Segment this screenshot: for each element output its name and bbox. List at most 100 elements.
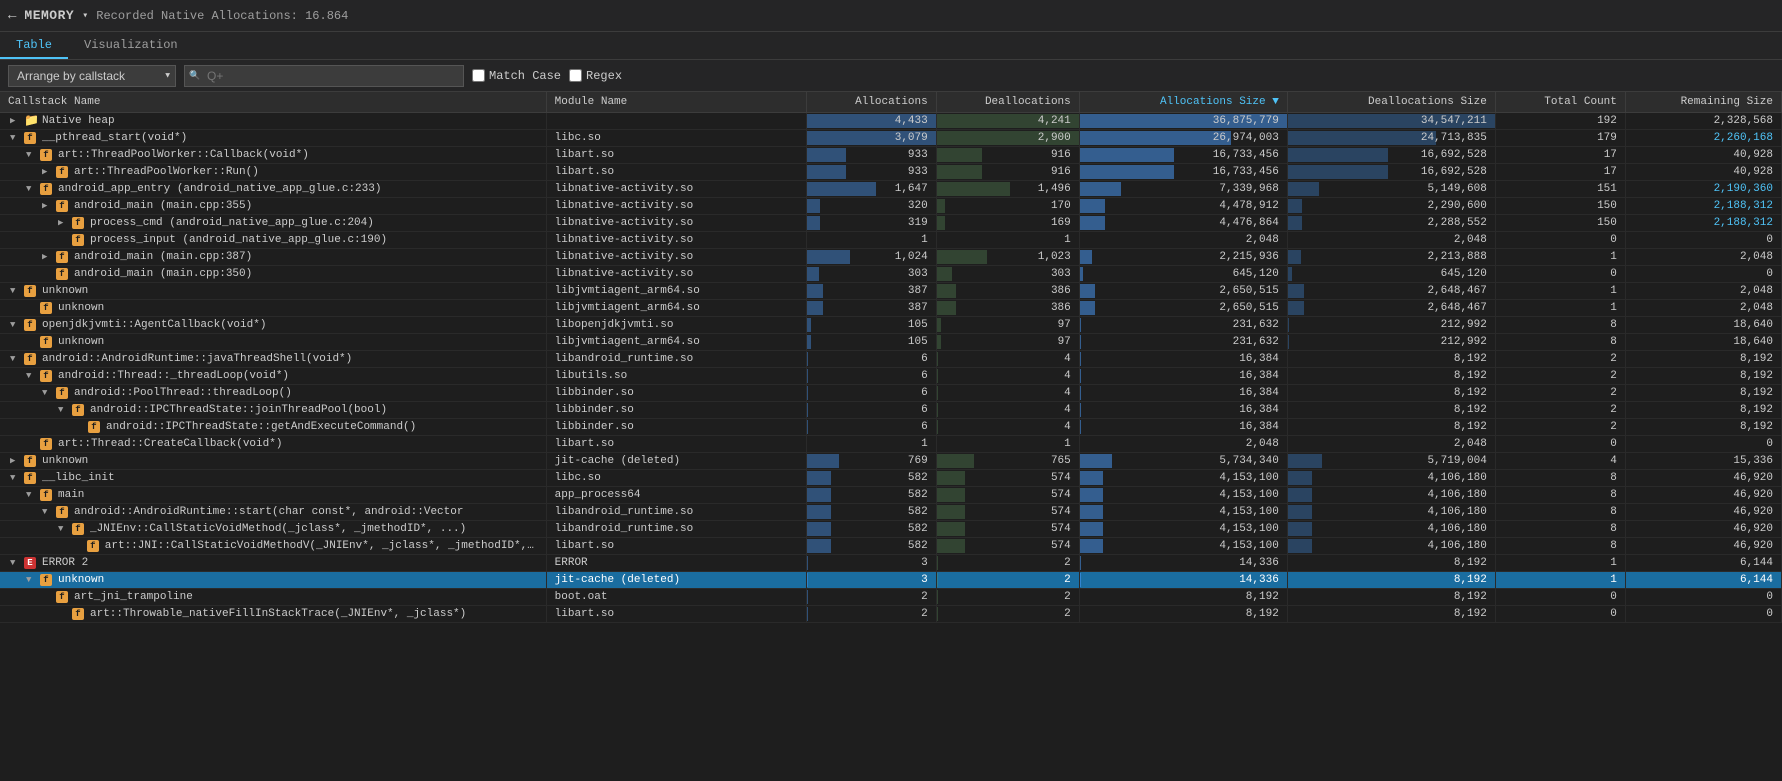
callstack-cell: f android::IPCThreadState::getAndExecute…	[0, 419, 546, 436]
total-count-cell: 1	[1495, 300, 1625, 317]
alloc-size-cell: 4,478,912	[1079, 198, 1287, 215]
alloc-size-cell: 14,336	[1079, 572, 1287, 589]
match-case-label[interactable]: Match Case	[472, 69, 561, 83]
module-cell: libart.so	[546, 147, 806, 164]
callstack-cell: ▼ f _JNIEnv::CallStaticVoidMethod(_jclas…	[0, 521, 546, 538]
dealloc-size-cell: 2,048	[1287, 436, 1495, 453]
table-row[interactable]: ▶ f android_main (main.cpp:355) libnativ…	[0, 198, 1782, 215]
alloc-size-cell: 8,192	[1079, 606, 1287, 623]
col-remaining[interactable]: Remaining Size	[1625, 92, 1781, 113]
callstack-cell: f art_jni_trampoline	[0, 589, 546, 606]
tab-visualization[interactable]: Visualization	[68, 32, 194, 59]
match-case-checkbox[interactable]	[472, 69, 485, 82]
module-cell: libopenjdkjvmti.so	[546, 317, 806, 334]
module-cell: boot.oat	[546, 589, 806, 606]
alloc-cell: 6	[806, 368, 936, 385]
total-count-cell: 1	[1495, 283, 1625, 300]
remaining-size-cell: 0	[1625, 232, 1781, 249]
module-cell	[546, 113, 806, 130]
col-deallocations[interactable]: Deallocations	[936, 92, 1079, 113]
table-row[interactable]: f art::Throwable_nativeFillInStackTrace(…	[0, 606, 1782, 623]
table-row[interactable]: ▶ f android_main (main.cpp:387) libnativ…	[0, 249, 1782, 266]
module-cell: libandroid_runtime.so	[546, 351, 806, 368]
table-row[interactable]: ▼ f unknown jit-cache (deleted)3214,3368…	[0, 572, 1782, 589]
dealloc-cell: 574	[936, 470, 1079, 487]
table-row[interactable]: f process_input (android_native_app_glue…	[0, 232, 1782, 249]
table-row[interactable]: ▶ f unknown jit-cache (deleted)7697655,7…	[0, 453, 1782, 470]
table-row[interactable]: ▶ f art::ThreadPoolWorker::Run() libart.…	[0, 164, 1782, 181]
table-row[interactable]: ▼ f art::ThreadPoolWorker::Callback(void…	[0, 147, 1782, 164]
table-row[interactable]: ▼ f main app_process645825744,153,1004,1…	[0, 487, 1782, 504]
app-dropdown-arrow[interactable]: ▾	[82, 10, 88, 22]
callstack-cell: f art::JNI::CallStaticVoidMethodV(_JNIEn…	[0, 538, 546, 555]
search-input[interactable]	[184, 65, 464, 87]
table-row[interactable]: ▼ f android::Thread::_threadLoop(void*) …	[0, 368, 1782, 385]
table-row[interactable]: f unknown libjvmtiagent_arm64.so3873862,…	[0, 300, 1782, 317]
module-cell: libnative-activity.so	[546, 181, 806, 198]
dealloc-cell: 1,023	[936, 249, 1079, 266]
table-row[interactable]: ▼ f __libc_init libc.so5825744,153,1004,…	[0, 470, 1782, 487]
table-row[interactable]: ▼ E ERROR 2 ERROR3214,3368,19216,144	[0, 555, 1782, 572]
dealloc-cell: 97	[936, 317, 1079, 334]
table-container[interactable]: Callstack Name Module Name Allocations D…	[0, 92, 1782, 781]
table-row[interactable]: ▶ 📁 Native heap 4,4334,24136,875,77934,5…	[0, 113, 1782, 130]
total-count-cell: 2	[1495, 419, 1625, 436]
alloc-cell: 933	[806, 147, 936, 164]
table-row[interactable]: ▼ f _JNIEnv::CallStaticVoidMethod(_jclas…	[0, 521, 1782, 538]
col-module[interactable]: Module Name	[546, 92, 806, 113]
dealloc-cell: 4	[936, 351, 1079, 368]
col-total-count[interactable]: Total Count	[1495, 92, 1625, 113]
dealloc-size-cell: 212,992	[1287, 334, 1495, 351]
table-row[interactable]: ▼ f android_app_entry (android_native_ap…	[0, 181, 1782, 198]
alloc-size-cell: 231,632	[1079, 334, 1287, 351]
dealloc-cell: 574	[936, 504, 1079, 521]
table-row[interactable]: ▼ f android::AndroidRuntime::javaThreadS…	[0, 351, 1782, 368]
col-callstack[interactable]: Callstack Name	[0, 92, 546, 113]
dealloc-size-cell: 212,992	[1287, 317, 1495, 334]
col-allocations[interactable]: Allocations	[806, 92, 936, 113]
col-alloc-size[interactable]: Allocations Size ▼	[1079, 92, 1287, 113]
table-row[interactable]: f unknown libjvmtiagent_arm64.so10597231…	[0, 334, 1782, 351]
col-dealloc-size[interactable]: Deallocations Size	[1287, 92, 1495, 113]
table-row[interactable]: f android_main (main.cpp:350) libnative-…	[0, 266, 1782, 283]
alloc-size-cell: 2,650,515	[1079, 300, 1287, 317]
alloc-size-cell: 26,974,003	[1079, 130, 1287, 147]
table-header-row: Callstack Name Module Name Allocations D…	[0, 92, 1782, 113]
dealloc-size-cell: 4,106,180	[1287, 470, 1495, 487]
table-row[interactable]: f art::JNI::CallStaticVoidMethodV(_JNIEn…	[0, 538, 1782, 555]
alloc-cell: 3,079	[806, 130, 936, 147]
remaining-size-cell: 2,190,360	[1625, 181, 1781, 198]
arrange-dropdown-wrap: Arrange by callstack Arrange by allocati…	[8, 65, 176, 87]
callstack-cell: ▼ f art::ThreadPoolWorker::Callback(void…	[0, 147, 546, 164]
table-row[interactable]: ▼ f unknown libjvmtiagent_arm64.so387386…	[0, 283, 1782, 300]
table-row[interactable]: ▼ f android::AndroidRuntime::start(char …	[0, 504, 1782, 521]
alloc-size-cell: 2,650,515	[1079, 283, 1287, 300]
callstack-cell: ▼ f android::PoolThread::threadLoop()	[0, 385, 546, 402]
table-row[interactable]: ▼ f android::PoolThread::threadLoop() li…	[0, 385, 1782, 402]
table-row[interactable]: f android::IPCThreadState::getAndExecute…	[0, 419, 1782, 436]
alloc-cell: 6	[806, 419, 936, 436]
total-count-cell: 150	[1495, 198, 1625, 215]
table-row[interactable]: ▼ f __pthread_start(void*) libc.so3,0792…	[0, 130, 1782, 147]
dealloc-size-cell: 4,106,180	[1287, 521, 1495, 538]
arrange-dropdown[interactable]: Arrange by callstack Arrange by allocati…	[8, 65, 176, 87]
dealloc-size-cell: 5,149,608	[1287, 181, 1495, 198]
regex-checkbox[interactable]	[569, 69, 582, 82]
table-row[interactable]: ▼ f android::IPCThreadState::joinThreadP…	[0, 402, 1782, 419]
dealloc-size-cell: 8,192	[1287, 555, 1495, 572]
remaining-size-cell: 2,188,312	[1625, 215, 1781, 232]
module-cell: libnative-activity.so	[546, 266, 806, 283]
table-row[interactable]: f art::Thread::CreateCallback(void*) lib…	[0, 436, 1782, 453]
dealloc-size-cell: 645,120	[1287, 266, 1495, 283]
back-button[interactable]: ←	[8, 8, 16, 24]
table-row[interactable]: ▶ f process_cmd (android_native_app_glue…	[0, 215, 1782, 232]
tab-table[interactable]: Table	[0, 32, 68, 59]
module-cell: libbinder.so	[546, 402, 806, 419]
remaining-size-cell: 46,920	[1625, 470, 1781, 487]
remaining-size-cell: 46,920	[1625, 521, 1781, 538]
module-cell: libnative-activity.so	[546, 198, 806, 215]
table-row[interactable]: ▼ f openjdkjvmti::AgentCallback(void*) l…	[0, 317, 1782, 334]
module-cell: jit-cache (deleted)	[546, 572, 806, 589]
table-row[interactable]: f art_jni_trampoline boot.oat228,1928,19…	[0, 589, 1782, 606]
regex-label[interactable]: Regex	[569, 69, 622, 83]
